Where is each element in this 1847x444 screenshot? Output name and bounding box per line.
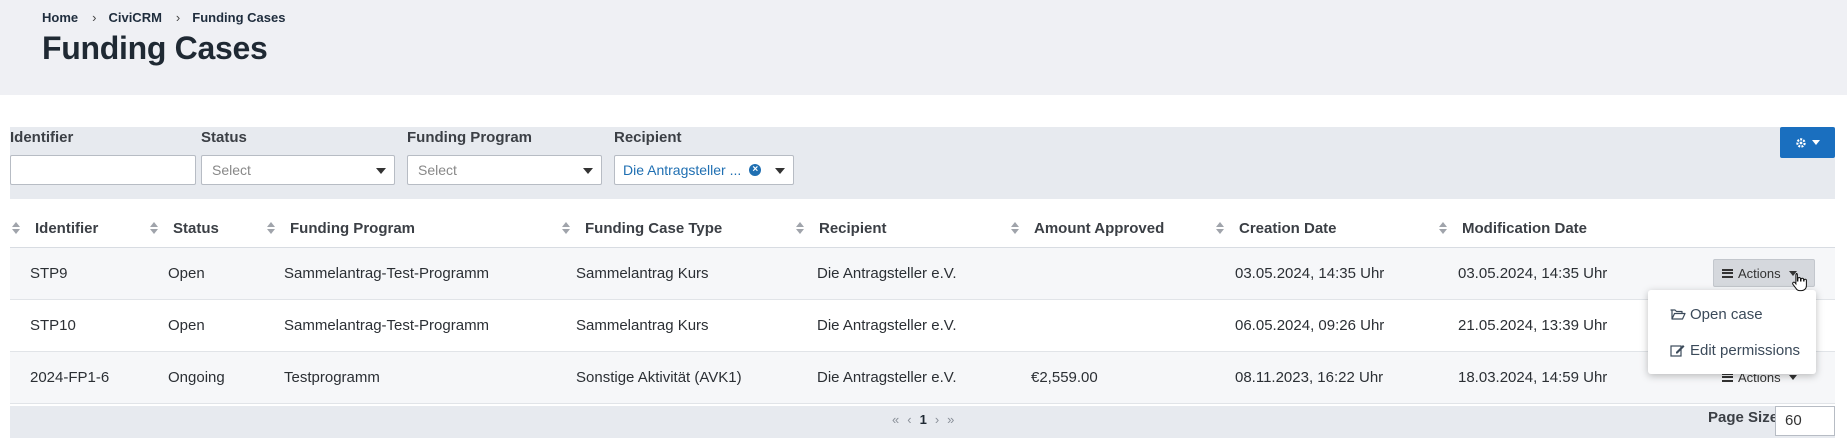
filter-recipient: Recipient Die Antragsteller ... ×: [614, 127, 794, 185]
pager-last[interactable]: »: [947, 412, 954, 427]
breadcrumb: Home › CiviCRM › Funding Cases: [42, 10, 285, 25]
pager-next[interactable]: ›: [935, 412, 939, 427]
filter-status: Status Select: [201, 127, 395, 185]
sort-icon: [1439, 222, 1448, 234]
chevron-down-icon: [1788, 374, 1797, 380]
cell-funding-case-type: Sammelantrag Kurs: [576, 317, 709, 334]
status-select[interactable]: Select: [201, 155, 395, 185]
column-recipient[interactable]: Recipient: [796, 208, 887, 248]
cell-funding-program: Testprogramm: [284, 369, 380, 386]
cell-amount-approved: €2,559.00: [1031, 369, 1098, 386]
cell-modification-date: 21.05.2024, 13:39 Uhr: [1458, 317, 1608, 334]
column-identifier[interactable]: Identifier: [12, 208, 98, 248]
breadcrumb-separator: ›: [92, 10, 97, 25]
settings-button[interactable]: [1780, 127, 1835, 158]
table-footer: « ‹ 1 › » Page Size 60: [10, 406, 1835, 438]
gear-icon: [1796, 137, 1806, 148]
chevron-down-icon: [376, 168, 386, 174]
menu-icon: [1722, 268, 1733, 278]
sort-icon: [796, 222, 805, 234]
cell-creation-date: 03.05.2024, 14:35 Uhr: [1235, 265, 1385, 282]
pagination: « ‹ 1 › »: [888, 406, 958, 432]
identifier-input[interactable]: [10, 155, 196, 185]
page-header: Home › CiviCRM › Funding Cases Funding C…: [0, 0, 1847, 95]
sort-icon: [1011, 222, 1020, 234]
status-placeholder: Select: [212, 162, 251, 178]
sort-icon: [12, 222, 21, 234]
filter-identifier: Identifier: [10, 127, 196, 185]
cell-status: Ongoing: [168, 369, 225, 386]
sort-icon: [562, 222, 571, 234]
filter-recipient-label: Recipient: [614, 129, 682, 146]
cell-modification-date: 18.03.2024, 14:59 Uhr: [1458, 369, 1608, 386]
chevron-down-icon: [775, 168, 785, 174]
breadcrumb-separator: ›: [175, 10, 181, 25]
cell-status: Open: [168, 265, 205, 282]
breadcrumb-current: Funding Cases: [192, 10, 286, 25]
sort-icon: [150, 222, 159, 234]
recipient-chip: Die Antragsteller ...: [623, 162, 742, 178]
pager-current-page[interactable]: 1: [920, 412, 927, 427]
cell-funding-case-type: Sonstige Aktivität (AVK1): [576, 369, 742, 386]
cell-funding-program: Sammelantrag-Test-Programm: [284, 265, 490, 282]
funding-program-placeholder: Select: [418, 162, 457, 178]
cell-recipient: Die Antragsteller e.V.: [817, 265, 957, 282]
column-funding-case-type[interactable]: Funding Case Type: [562, 208, 722, 248]
cell-identifier: STP9: [30, 265, 68, 282]
recipient-select[interactable]: Die Antragsteller ... ×: [614, 155, 794, 185]
table-row: STP9 Open Sammelantrag-Test-Programm Sam…: [10, 248, 1835, 300]
cell-recipient: Die Antragsteller e.V.: [817, 369, 957, 386]
cell-recipient: Die Antragsteller e.V.: [817, 317, 957, 334]
breadcrumb-civicrm[interactable]: CiviCRM: [108, 10, 161, 25]
cell-identifier: STP10: [30, 317, 76, 334]
column-amount-approved[interactable]: Amount Approved: [1011, 208, 1164, 248]
chevron-down-icon: [1812, 140, 1820, 145]
cell-modification-date: 03.05.2024, 14:35 Uhr: [1458, 265, 1608, 282]
cell-creation-date: 06.05.2024, 09:26 Uhr: [1235, 317, 1385, 334]
cell-creation-date: 08.11.2023, 16:22 Uhr: [1235, 369, 1384, 386]
clear-icon[interactable]: ×: [749, 164, 762, 176]
breadcrumb-home[interactable]: Home: [42, 10, 78, 25]
column-funding-program[interactable]: Funding Program: [267, 208, 415, 248]
hand-cursor-icon: [1792, 273, 1807, 292]
page-size-label: Page Size: [1708, 409, 1779, 426]
filter-status-label: Status: [201, 129, 247, 146]
funding-cases-table: Identifier Status Funding Program Fundin…: [10, 208, 1835, 404]
table-header: Identifier Status Funding Program Fundin…: [10, 208, 1835, 248]
page-size-input[interactable]: 60: [1775, 406, 1835, 436]
actions-dropdown-menu: Open case Edit permissions: [1648, 290, 1816, 374]
filter-funding-program-label: Funding Program: [407, 129, 532, 146]
column-status[interactable]: Status: [150, 208, 219, 248]
funding-program-select[interactable]: Select: [407, 155, 602, 185]
folder-open-icon: [1670, 308, 1686, 320]
pager-first[interactable]: «: [892, 412, 899, 427]
page-title: Funding Cases: [42, 30, 268, 66]
filter-funding-program: Funding Program Select: [407, 127, 602, 185]
edit-icon: [1670, 344, 1685, 357]
cell-funding-program: Sammelantrag-Test-Programm: [284, 317, 490, 334]
menu-item-open-case[interactable]: Open case: [1648, 296, 1816, 332]
column-creation-date[interactable]: Creation Date: [1216, 208, 1337, 248]
column-modification-date[interactable]: Modification Date: [1439, 208, 1587, 248]
table-row: STP10 Open Sammelantrag-Test-Programm Sa…: [10, 300, 1835, 352]
pager-prev[interactable]: ‹: [907, 412, 911, 427]
chevron-down-icon: [583, 168, 593, 174]
table-row: 2024-FP1-6 Ongoing Testprogramm Sonstige…: [10, 352, 1835, 404]
sort-icon: [1216, 222, 1225, 234]
cell-identifier: 2024-FP1-6: [30, 369, 110, 386]
filter-identifier-label: Identifier: [10, 129, 74, 146]
sort-icon: [267, 222, 276, 234]
cell-status: Open: [168, 317, 205, 334]
menu-item-edit-permissions[interactable]: Edit permissions: [1648, 332, 1816, 368]
cell-funding-case-type: Sammelantrag Kurs: [576, 265, 709, 282]
filter-bar: Identifier Status Select Funding Program…: [10, 127, 1835, 199]
